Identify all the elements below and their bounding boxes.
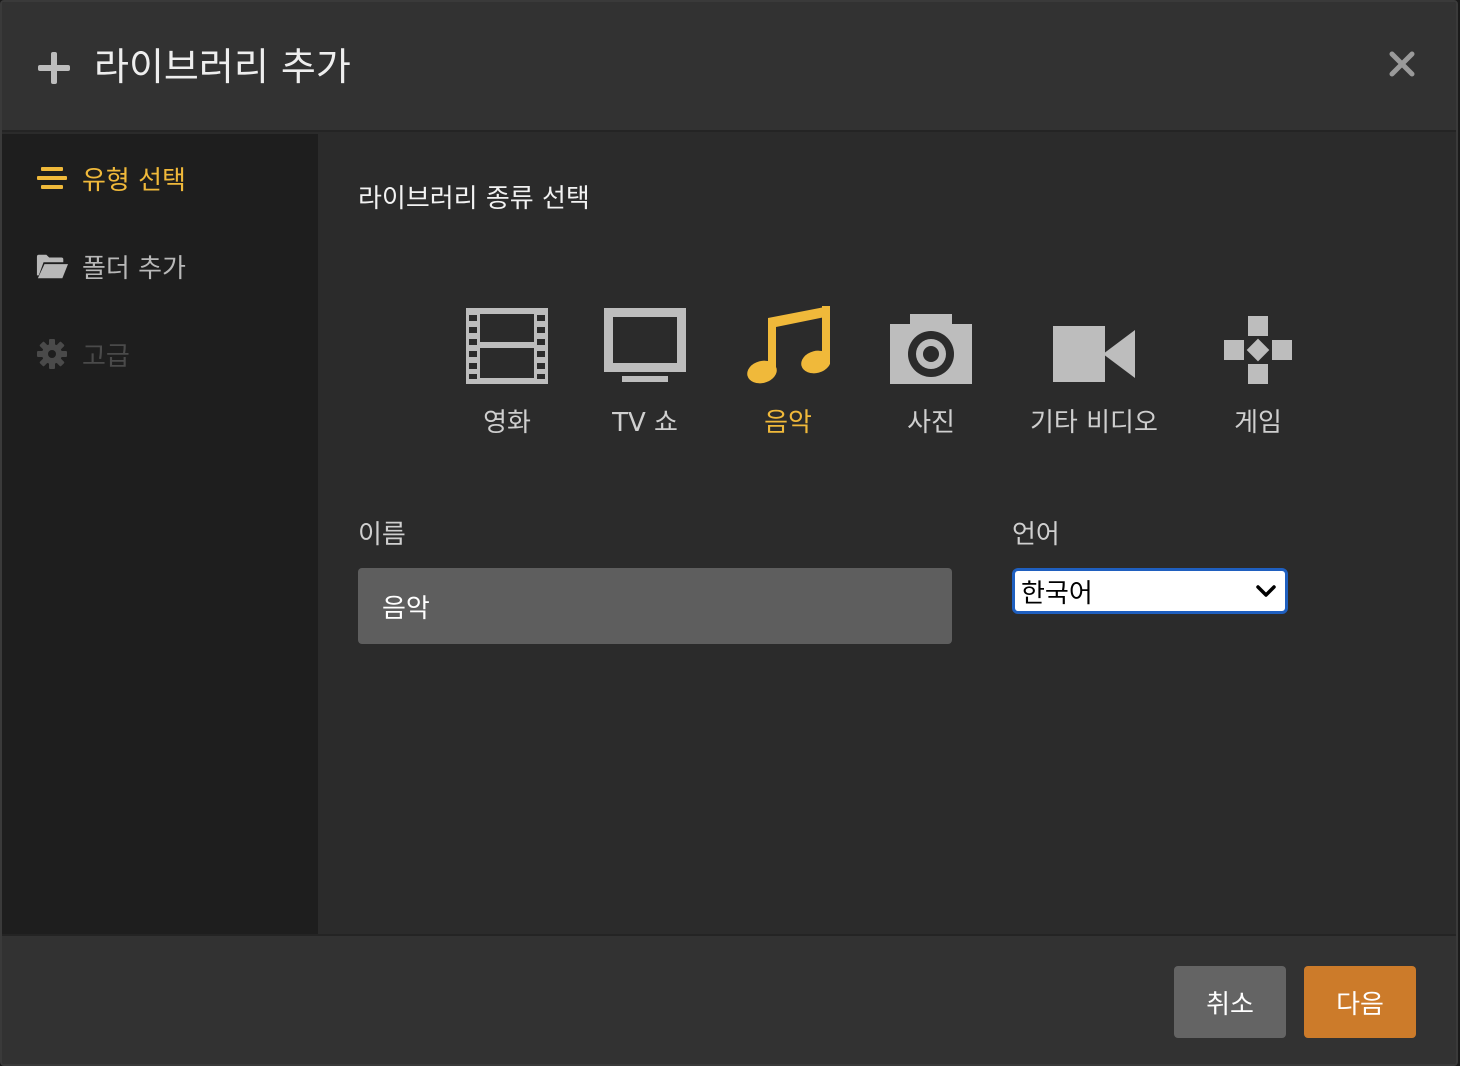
type-movie[interactable]: 영화: [466, 294, 548, 439]
sidebar-item-label: 고급: [82, 341, 130, 372]
type-photos[interactable]: 사진: [890, 294, 972, 439]
type-label: 기타 비디오: [1030, 408, 1158, 438]
sidebar: 유형 선택 폴더 추가 고급: [2, 134, 318, 934]
close-icon[interactable]: [1384, 46, 1420, 82]
gear-icon: [36, 338, 68, 370]
type-label: 게임: [1234, 408, 1282, 438]
type-label: 영화: [483, 408, 531, 438]
name-input[interactable]: [358, 568, 952, 644]
section-subtitle: 라이브러리 종류 선택: [358, 184, 590, 214]
language-select-value: 한국어: [1021, 578, 1093, 609]
type-label: TV 쇼: [612, 408, 678, 438]
type-games[interactable]: 게임: [1224, 294, 1292, 439]
dialog-title: 라이브러리 추가: [94, 45, 351, 89]
chevron-down-icon: [1255, 580, 1277, 606]
next-button[interactable]: 다음: [1304, 966, 1416, 1038]
list-icon: [36, 162, 68, 194]
main-content: 라이브러리 종류 선택 영화 TV 쇼 음악 사진 기타 비디오 게임 이름 음…: [318, 134, 1456, 934]
film-icon: [466, 308, 548, 384]
sidebar-item-select-type[interactable]: 유형 선택: [36, 158, 186, 198]
sidebar-item-advanced[interactable]: 고급: [36, 334, 130, 374]
language-select[interactable]: 한국어: [1012, 568, 1288, 614]
video-camera-icon: [1052, 326, 1135, 382]
folder-open-icon: [36, 250, 68, 282]
sidebar-item-label: 유형 선택: [82, 165, 186, 196]
type-other-videos[interactable]: 기타 비디오: [1030, 294, 1158, 439]
type-tv-shows[interactable]: TV 쇼: [604, 294, 686, 439]
type-label: 음악: [764, 408, 812, 438]
sidebar-item-add-folder[interactable]: 폴더 추가: [36, 246, 186, 286]
gamepad-icon: [1224, 316, 1292, 384]
camera-icon: [890, 314, 972, 384]
music-note-icon: [747, 306, 830, 384]
language-label: 언어: [1012, 520, 1060, 550]
type-label: 사진: [907, 408, 955, 438]
plus-icon: [38, 52, 70, 84]
type-music[interactable]: 음악: [746, 294, 830, 439]
sidebar-item-label: 폴더 추가: [82, 253, 186, 284]
add-library-dialog: 라이브러리 추가 유형 선택 폴더 추가 고급 라이브러리 종류 선택 영화 T…: [0, 0, 1458, 1066]
name-label: 이름: [358, 520, 406, 550]
cancel-button[interactable]: 취소: [1174, 966, 1286, 1038]
dialog-footer: 취소 다음: [2, 934, 1456, 1064]
tv-icon: [604, 308, 686, 382]
dialog-header: 라이브러리 추가: [2, 2, 1456, 132]
